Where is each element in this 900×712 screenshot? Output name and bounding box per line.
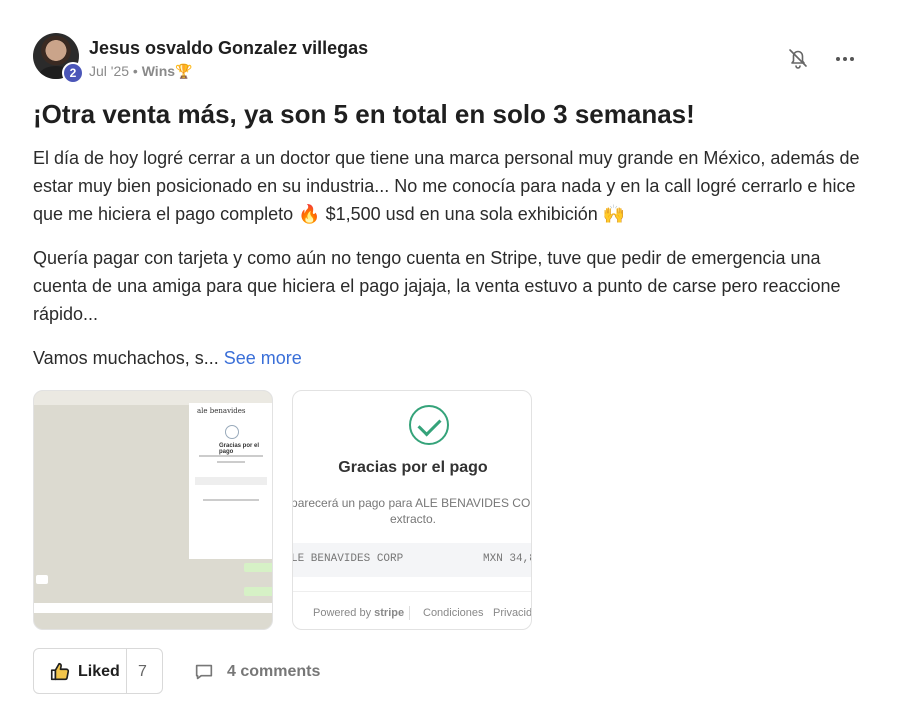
screenshot-payment-card: ale benavides Gracias por el pago (189, 403, 272, 559)
powered-by-label: Powered by (313, 607, 372, 619)
check-circle-icon (409, 405, 449, 445)
screenshot-line (199, 455, 263, 457)
more-horizontal-icon[interactable] (833, 47, 857, 71)
screenshot-thanks: Gracias por el pago (219, 443, 260, 455)
chat-footer (34, 603, 272, 613)
comment-icon (193, 661, 215, 683)
like-divider (126, 649, 127, 693)
post-title: ¡Otra venta más, ya son 5 en total en so… (33, 99, 695, 129)
post-meta: Jul '25 • Wins🏆 (89, 63, 192, 80)
post-paragraph-3: Vamos muchachos, s... See more (33, 344, 873, 372)
like-count[interactable]: 7 (138, 663, 147, 681)
receipt-merchant: LE BENAVIDES CORP (292, 553, 404, 565)
comments-label: 4 comments (227, 663, 321, 680)
footer-separator (409, 606, 410, 620)
post-paragraph-2: Quería pagar con tarjeta y como aún no t… (33, 248, 841, 324)
receipt-amount: MXN 34,8 (483, 553, 532, 565)
chat-bubble (244, 563, 272, 572)
author-name[interactable]: Jesus osvaldo Gonzalez villegas (89, 38, 368, 59)
level-badge: 2 (62, 62, 84, 84)
meta-separator: • (132, 63, 138, 79)
like-button[interactable]: Liked 7 (33, 648, 163, 694)
post-paragraph-1: El día de hoy logré cerrar a un doctor q… (33, 148, 860, 224)
like-label: Liked (78, 663, 120, 680)
chat-bubble (36, 575, 48, 584)
post-date[interactable]: Jul '25 (89, 63, 129, 79)
stripe-logo: stripe (374, 607, 405, 619)
receipt-thanks: Gracias por el pago (338, 459, 488, 476)
post-header: 2 Jesus osvaldo Gonzalez villegas Jul '2… (33, 33, 863, 84)
post-category[interactable]: Wins🏆 (142, 63, 193, 79)
attachment-thumbnail-1[interactable]: ale benavides Gracias por el pago (33, 390, 273, 630)
chat-bubble (244, 587, 272, 596)
bell-off-icon[interactable] (786, 46, 810, 70)
receipt-subtitle-2: extracto. (389, 512, 437, 526)
conditions-link: Condiciones (423, 607, 484, 619)
receipt-subtitle: parecerá un pago para ALE BENAVIDES COR (292, 496, 532, 510)
receipt-divider (293, 591, 531, 592)
privacy-link: Privacid (493, 607, 532, 619)
screenshot-brand: ale benavides (197, 407, 246, 415)
receipt-row: LE BENAVIDES CORP MXN 34,8 (292, 543, 532, 577)
screenshot-line (203, 499, 259, 501)
thumbs-up-icon (49, 661, 71, 683)
screenshot-line (195, 477, 267, 485)
powered-by: Powered by stripe (313, 607, 404, 619)
attachment-thumbnail-2[interactable]: Gracias por el pago parecerá un pago par… (292, 390, 532, 630)
see-more-link[interactable]: See more (224, 348, 302, 368)
screenshot-line (217, 461, 245, 463)
post-paragraph-3-text: Vamos muchachos, s... (33, 348, 219, 368)
screenshot-check-icon (225, 425, 239, 439)
